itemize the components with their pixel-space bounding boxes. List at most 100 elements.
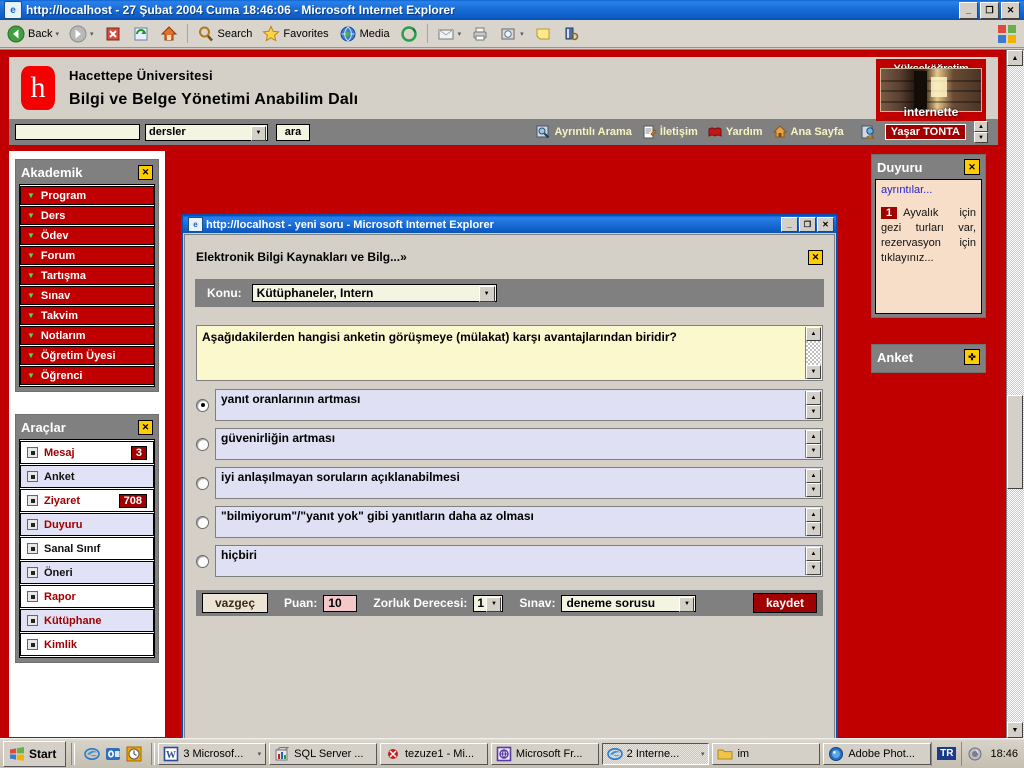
cancel-button[interactable]: vazgeç: [202, 593, 269, 613]
sidebar-item-ders[interactable]: ▼ Ders: [20, 206, 154, 225]
sidebar-item-sanal-sinif[interactable]: Sanal Sınıf: [20, 537, 154, 560]
nav-item-help[interactable]: Yardım: [705, 125, 766, 139]
option-textarea-2[interactable]: güvenirliğin artması ▲ ▼: [215, 428, 823, 460]
sidebar-item-takvim[interactable]: ▼ Takvim: [20, 306, 154, 325]
popup-close-button[interactable]: ✕: [817, 217, 834, 232]
option-scrollbar-2[interactable]: ▲ ▼: [805, 430, 821, 458]
search-button[interactable]: Search: [193, 23, 257, 44]
question-scrollbar[interactable]: ▲ ▼: [805, 327, 821, 379]
sidebar-item-kimlik[interactable]: Kimlik: [20, 633, 154, 656]
nav-item-contact[interactable]: İletişim: [639, 125, 701, 139]
close-icon[interactable]: ✕: [964, 159, 980, 175]
sidebar-item-mesaj[interactable]: Mesaj 3: [20, 441, 154, 464]
sidebar-item-sinav[interactable]: ▼ Sınav: [20, 286, 154, 305]
scroll-up-icon[interactable]: ▲: [806, 508, 821, 522]
sidebar-item-tartisma[interactable]: ▼ Tartışma: [20, 266, 154, 285]
chevron-down-icon[interactable]: ▼: [486, 596, 502, 612]
discuss-dropdown-icon[interactable]: ▾: [520, 30, 524, 38]
search-submit-button[interactable]: ara: [276, 123, 310, 141]
sidebar-item-oneri[interactable]: Öneri: [20, 561, 154, 584]
scroll-down-icon[interactable]: ▼: [806, 561, 821, 575]
taskbar-item-frontpage[interactable]: Microsoft Fr...: [490, 742, 599, 765]
save-button[interactable]: kaydet: [752, 593, 817, 613]
start-button[interactable]: Start: [3, 740, 67, 767]
scrollbar-track[interactable]: [806, 341, 821, 365]
option-scrollbar-3[interactable]: ▲ ▼: [805, 469, 821, 497]
popup-minimize-button[interactable]: _: [781, 217, 798, 232]
puan-input[interactable]: 10: [323, 594, 358, 612]
maximize-button[interactable]: ❐: [980, 1, 999, 19]
sidebar-item-rapor[interactable]: Rapor: [20, 585, 154, 608]
taskbar-item-sql-server[interactable]: SQL Server ...: [269, 742, 377, 765]
close-icon[interactable]: ✕: [138, 419, 153, 435]
zorluk-select[interactable]: 1 ▼: [473, 594, 504, 612]
sidebar-item-duyuru[interactable]: Duyuru: [20, 513, 154, 536]
sidebar-item-odev[interactable]: ▼ Ödev: [20, 226, 154, 245]
notes-button[interactable]: [530, 23, 556, 44]
sidebar-item-notlarim[interactable]: ▼ Notlarım: [20, 326, 154, 345]
group-dropdown-icon[interactable]: ▾: [258, 750, 262, 758]
language-indicator[interactable]: TR: [937, 747, 957, 760]
taskbar-item-word[interactable]: W 3 Microsof... ▾: [158, 742, 267, 765]
media-button[interactable]: Media: [335, 23, 394, 44]
taskbar-item-internet-explorer[interactable]: 2 Interne... ▾: [601, 742, 710, 765]
research-button[interactable]: [558, 23, 584, 44]
favorites-button[interactable]: Favorites: [258, 23, 332, 44]
close-button[interactable]: ✕: [1001, 1, 1020, 19]
chevron-down-icon[interactable]: ▼: [679, 596, 695, 612]
nav-item-detailed-search[interactable]: Ayrıntılı Arama: [533, 125, 634, 139]
popup-dialog-close-icon[interactable]: ✕: [808, 249, 823, 265]
discuss-button[interactable]: ▾: [495, 23, 528, 44]
scroll-down-button[interactable]: ▼: [974, 132, 988, 143]
sidebar-item-ziyaret[interactable]: Ziyaret 708: [20, 489, 154, 512]
chevron-down-icon[interactable]: ▼: [251, 125, 266, 141]
sidebar-item-anket[interactable]: Anket: [20, 465, 154, 488]
minimize-button[interactable]: _: [959, 1, 978, 19]
option-textarea-5[interactable]: hiçbiri ▲ ▼: [215, 545, 823, 577]
scrollbar-down-button[interactable]: ▼: [1007, 722, 1023, 738]
page-scrollbar[interactable]: ▲ ▼: [1006, 50, 1024, 738]
scroll-up-icon[interactable]: ▲: [806, 327, 821, 341]
question-textarea[interactable]: Aşağıdakilerden hangisi anketin görüşmey…: [196, 325, 823, 381]
scrollbar-thumb[interactable]: [1007, 395, 1023, 489]
option-textarea-3[interactable]: iyi anlaşılmayan soruların açıklanabilme…: [215, 467, 823, 499]
option-radio-1[interactable]: [196, 398, 209, 412]
taskbar-item-im-folder[interactable]: im: [712, 742, 821, 765]
scroll-down-icon[interactable]: ▼: [806, 444, 821, 458]
option-scrollbar-5[interactable]: ▲ ▼: [805, 547, 821, 575]
back-dropdown-icon[interactable]: ▾: [55, 30, 59, 38]
history-button[interactable]: [396, 23, 422, 44]
print-button[interactable]: [467, 23, 493, 44]
sidebar-item-ogrenci[interactable]: ▼ Öğrenci: [20, 366, 154, 385]
sidebar-item-kutuphane[interactable]: Kütüphane: [20, 609, 154, 632]
mail-button[interactable]: ▾: [433, 23, 466, 44]
option-textarea-1[interactable]: yanıt oranlarının artması ▲ ▼: [215, 389, 823, 421]
option-radio-5[interactable]: [196, 554, 209, 568]
forward-button[interactable]: ▾: [65, 23, 98, 44]
taskbar-item-tezuze1[interactable]: tezuze1 - Mi...: [380, 742, 488, 765]
scroll-down-icon[interactable]: ▼: [806, 365, 821, 379]
sinav-select[interactable]: deneme sorusu ▼: [561, 594, 697, 612]
back-button[interactable]: Back ▾: [3, 23, 63, 44]
option-radio-4[interactable]: [196, 515, 209, 529]
scrollbar-up-button[interactable]: ▲: [1007, 50, 1023, 66]
scroll-down-icon[interactable]: ▼: [806, 483, 821, 497]
option-scrollbar-4[interactable]: ▲ ▼: [805, 508, 821, 536]
option-radio-2[interactable]: [196, 437, 209, 451]
home-button[interactable]: [156, 23, 182, 44]
sidebar-item-program[interactable]: ▼ Program: [20, 186, 154, 205]
move-icon[interactable]: ✜: [964, 349, 980, 365]
user-name-badge[interactable]: Yaşar TONTA: [884, 124, 966, 140]
popup-maximize-button[interactable]: ❐: [799, 217, 816, 232]
close-icon[interactable]: ✕: [138, 164, 153, 180]
duyuru-details-link[interactable]: ayrıntılar...: [881, 184, 976, 196]
ie-icon[interactable]: [84, 746, 101, 762]
outlook-icon[interactable]: [105, 746, 121, 762]
konu-select[interactable]: Kütüphaneler, Intern ▼: [251, 284, 497, 302]
clock-icon[interactable]: [126, 746, 142, 762]
search-input[interactable]: [15, 124, 140, 140]
sidebar-item-forum[interactable]: ▼ Forum: [20, 246, 154, 265]
search-scope-select[interactable]: dersler ▼: [145, 123, 268, 141]
option-scrollbar-1[interactable]: ▲ ▼: [805, 391, 821, 419]
option-textarea-4[interactable]: "bilmiyorum"/"yanıt yok" gibi yanıtların…: [215, 506, 823, 538]
